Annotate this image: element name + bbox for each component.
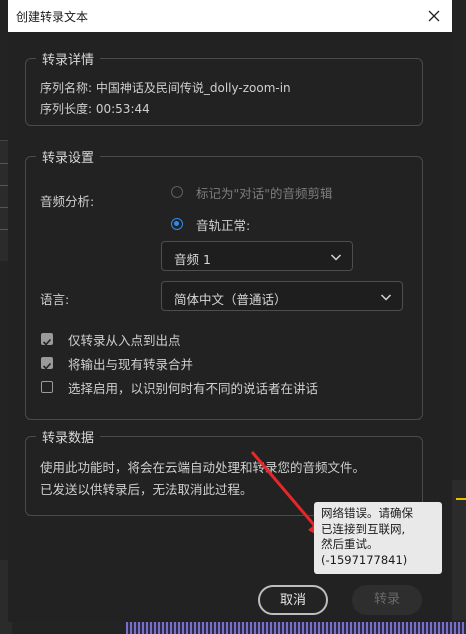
settings-legend: 转录设置 xyxy=(36,147,101,166)
checkmark-icon xyxy=(42,362,52,370)
radio-normal-label: 音轨正常: xyxy=(196,218,251,233)
chevron-down-icon xyxy=(380,294,392,301)
data-description-line1: 使用此功能时，将会在云端自动处理和转录您的音频文件。 xyxy=(40,460,366,475)
close-icon[interactable] xyxy=(422,4,446,28)
settings-group: 转录设置 音频分析: 标记为"对话"的音频剪辑 音轨正常: 音频 1 语言: 简… xyxy=(25,147,423,420)
tooltip-line3: 然后重试。 xyxy=(321,537,379,551)
sequence-name: 序列名称: 中国神话及民间传说_dolly-zoom-in xyxy=(40,81,291,95)
audio-analysis-label: 音频分析: xyxy=(40,194,95,209)
data-description-line2: 已发送以供转录后，无法取消此过程。 xyxy=(40,482,253,497)
language-label: 语言: xyxy=(40,292,70,307)
chevron-down-icon xyxy=(330,254,342,261)
checkbox-merge[interactable] xyxy=(41,357,53,370)
radio-dialogue-label: 标记为"对话"的音频剪辑 xyxy=(196,186,333,201)
create-transcript-dialog: 创建转录文本 转录详情 序列名称: 中国神话及民间传说_dolly-zoom-i… xyxy=(8,0,452,622)
checkbox-merge-label: 将输出与现有转录合并 xyxy=(68,357,194,372)
language-value: 简体中文（普通话） xyxy=(174,292,287,307)
language-select[interactable]: 简体中文（普通话） xyxy=(161,281,403,311)
dialog-title: 创建转录文本 xyxy=(16,10,89,24)
background-right-panel xyxy=(452,480,466,620)
radio-normal-track[interactable] xyxy=(171,218,183,230)
audio-track-select[interactable]: 音频 1 xyxy=(161,241,353,271)
title-bar: 创建转录文本 xyxy=(8,0,452,32)
details-group: 转录详情 序列名称: 中国神话及民间传说_dolly-zoom-in 序列长度:… xyxy=(25,49,423,126)
audio-track-value: 音频 1 xyxy=(174,252,211,267)
checkbox-speakers-label: 选择启用，以识别何时有不同的说话者在讲话 xyxy=(68,381,319,396)
tooltip-line4: (-1597177841) xyxy=(321,552,408,567)
cancel-button[interactable]: 取消 xyxy=(258,585,328,615)
checkbox-speakers[interactable] xyxy=(41,381,53,393)
tooltip-line1: 网络错误。请确保 xyxy=(321,506,413,520)
radio-dialogue-clips[interactable] xyxy=(171,186,183,198)
sequence-length: 序列长度: 00:53:44 xyxy=(40,102,150,116)
details-legend: 转录详情 xyxy=(36,49,101,68)
checkmark-icon xyxy=(42,338,52,346)
background-timeline xyxy=(126,622,466,634)
checkbox-in-out[interactable] xyxy=(41,333,53,346)
checkbox-in-out-label: 仅转录从入点到出点 xyxy=(68,333,181,348)
network-error-tooltip: 网络错误。请确保 已连接到互联网, 然后重试。 (-1597177841) xyxy=(314,502,442,574)
data-legend: 转录数据 xyxy=(36,427,101,446)
tooltip-line2: 已连接到互联网, xyxy=(321,521,406,536)
transcribe-button[interactable]: 转录 xyxy=(352,585,422,615)
